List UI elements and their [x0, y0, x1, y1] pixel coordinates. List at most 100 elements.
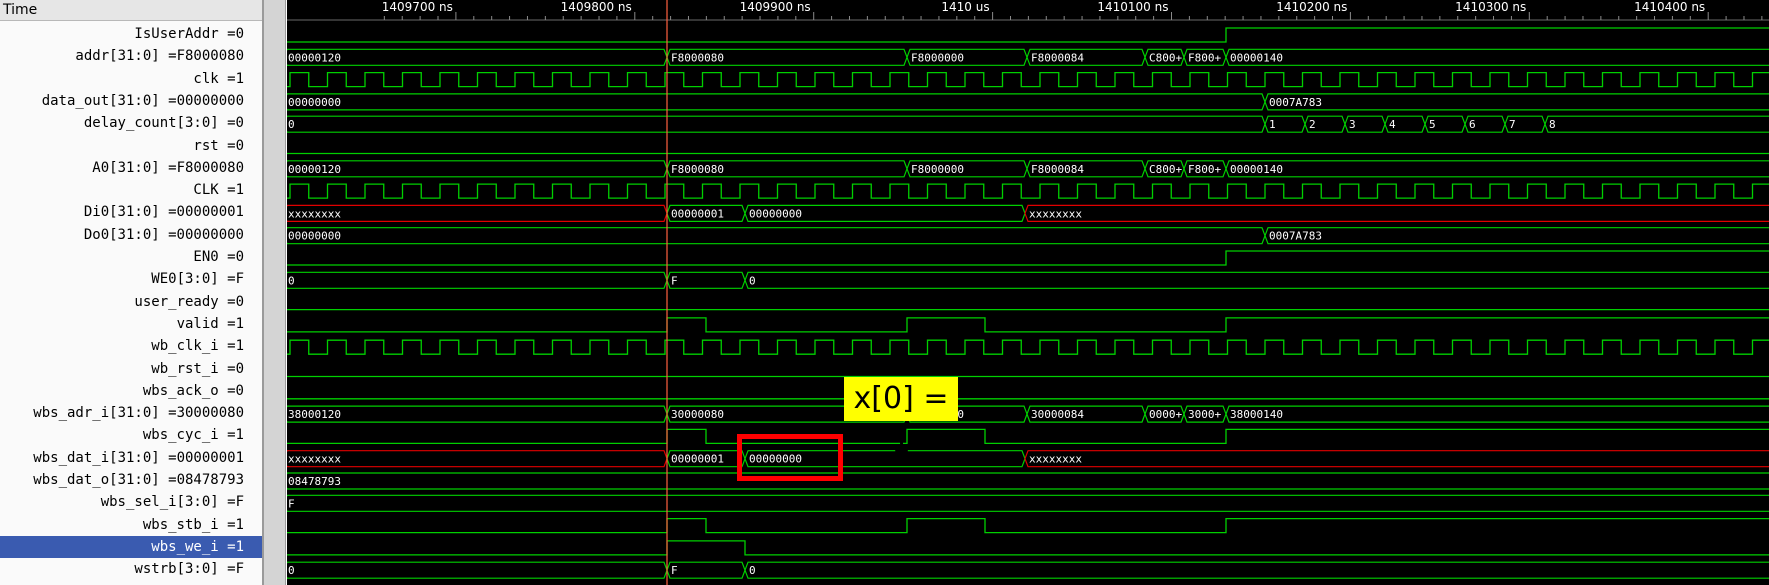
- signal-row[interactable]: A0[31:0] =F8000080: [0, 157, 262, 179]
- bus-value: 00000001: [671, 207, 724, 220]
- bus-value: C800+: [1149, 51, 1182, 64]
- signal-row[interactable]: Do0[31:0] =00000000: [0, 224, 262, 246]
- time-tick-label: 1410200 ns: [1276, 0, 1347, 14]
- signal-row[interactable]: Di0[31:0] =00000001: [0, 201, 262, 223]
- bit-waveform: [287, 428, 1769, 445]
- bus-value: F: [671, 564, 678, 577]
- time-tick-label: 1409800 ns: [561, 0, 632, 14]
- bus-segment: [287, 93, 1266, 111]
- bus-segment: [1225, 405, 1769, 423]
- time-tick-label: 1409900 ns: [740, 0, 811, 14]
- bus-value: F: [671, 274, 678, 287]
- time-tick-label: 1410400 ns: [1634, 0, 1705, 14]
- bus-value: 00000001: [671, 453, 724, 466]
- bus-value: 3: [1349, 118, 1356, 131]
- bus-segment: [1264, 227, 1769, 245]
- bit-waveform: [287, 339, 1769, 355]
- bus-value: 3000+: [1188, 408, 1221, 421]
- bus-segment: [1024, 450, 1769, 468]
- bit-waveform: [287, 517, 1769, 534]
- bus-value: 2: [1309, 118, 1316, 131]
- signal-row[interactable]: CLK =1: [0, 179, 262, 201]
- signal-row[interactable]: wbs_stb_i =1: [0, 514, 262, 536]
- bus-value: F8000084: [1031, 163, 1084, 176]
- bus-segment: [287, 227, 1266, 245]
- time-tick-label: 1410 us: [941, 0, 989, 14]
- bus-value: 0: [288, 274, 295, 287]
- waveform-panel[interactable]: 1409700 ns 1409800 ns 1409900 ns 1410 us 141…: [287, 0, 1769, 585]
- bus-value: F8000000: [911, 163, 964, 176]
- bus-value: 00000000: [288, 230, 341, 243]
- bus-value: F8000084: [1031, 51, 1084, 64]
- bit-waveform: [287, 71, 1769, 88]
- bus-value: 0007A783: [1269, 230, 1322, 243]
- bus-segment: [744, 271, 1769, 289]
- signal-row[interactable]: valid =1: [0, 313, 262, 335]
- bus-value: F800+: [1188, 51, 1221, 64]
- signal-row[interactable]: wbs_ack_o =0: [0, 380, 262, 402]
- bus-segment: [287, 204, 668, 222]
- bus-value: F8000080: [671, 163, 724, 176]
- bus-value: 0: [288, 118, 295, 131]
- bus-value: 0: [749, 564, 756, 577]
- signal-row[interactable]: wbs_dat_o[31:0] =08478793: [0, 469, 262, 491]
- bus-segment: [666, 271, 746, 289]
- bus-segment: [287, 405, 668, 423]
- signal-row[interactable]: EN0 =0: [0, 246, 262, 268]
- bus-value: 0: [749, 274, 756, 287]
- signal-row[interactable]: wbs_cyc_i =1: [0, 424, 262, 446]
- bus-segment: [1544, 115, 1769, 133]
- bus-value: 38000120: [288, 408, 341, 421]
- signal-row[interactable]: wbs_sel_i[3:0] =F: [0, 491, 262, 513]
- signal-row[interactable]: wb_rst_i =0: [0, 358, 262, 380]
- signal-row[interactable]: clk =1: [0, 68, 262, 90]
- panel-splitter[interactable]: [264, 0, 286, 585]
- bus-value: 08478793: [288, 475, 341, 488]
- bus-value: xxxxxxxx: [288, 453, 341, 466]
- signal-row[interactable]: rst =0: [0, 135, 262, 157]
- bus-segment: [287, 160, 668, 178]
- waveform-canvas[interactable]: 1409700 ns 1409800 ns 1409900 ns 1410 us 141…: [287, 0, 1769, 585]
- bus-value: 00000000: [749, 207, 802, 220]
- signal-row[interactable]: user_ready =0: [0, 291, 262, 313]
- bus-segment: [287, 271, 668, 289]
- bus-segment: [1264, 93, 1769, 111]
- bus-segment: [287, 450, 668, 468]
- bus-segment: [1225, 160, 1769, 178]
- bus-value: 6: [1469, 118, 1476, 131]
- signal-row[interactable]: WE0[3:0] =F: [0, 268, 262, 290]
- bus-segment: [287, 48, 668, 66]
- signal-row[interactable]: IsUserAddr =0: [0, 23, 262, 45]
- bus-segment: [287, 494, 1769, 512]
- bit-waveform: [287, 540, 1769, 556]
- bus-segment: [1024, 204, 1769, 222]
- bus-value: 38000140: [1230, 408, 1283, 421]
- time-tick-label: 1410100 ns: [1097, 0, 1168, 14]
- bus-value: 8: [1549, 118, 1556, 131]
- bus-segment: [744, 561, 1769, 579]
- bus-value: C800+: [1149, 163, 1182, 176]
- time-tick-label: 1409700 ns: [382, 0, 453, 14]
- highlight-box: [737, 434, 843, 481]
- signal-row[interactable]: wstrb[3:0] =F: [0, 558, 262, 580]
- bus-value: 0: [288, 564, 295, 577]
- annotation-note: x[0] = 1: [844, 377, 958, 460]
- signal-row[interactable]: addr[31:0] =F8000080: [0, 45, 262, 67]
- bus-value: 4: [1389, 118, 1396, 131]
- signal-row[interactable]: data_out[31:0] =00000000: [0, 90, 262, 112]
- bus-segment: [666, 561, 746, 579]
- bus-value: 00000120: [288, 163, 341, 176]
- bus-value: xxxxxxxx: [288, 207, 341, 220]
- signal-row[interactable]: delay_count[3:0] =0: [0, 112, 262, 134]
- signal-row[interactable]: wb_clk_i =1: [0, 335, 262, 357]
- bus-value: F8000080: [671, 51, 724, 64]
- signal-name-panel: Time IsUserAddr =0 addr[31:0] =F8000080 cl…: [0, 0, 264, 585]
- bus-value: 30000084: [1031, 408, 1084, 421]
- bus-value: F: [288, 497, 295, 510]
- bus-value: 00000000: [288, 96, 341, 109]
- bus-segment: [287, 472, 1769, 490]
- signal-row[interactable]: wbs_dat_i[31:0] =00000001: [0, 447, 262, 469]
- signal-row[interactable]: wbs_we_i =1: [0, 535, 262, 558]
- bus-value: 0007A783: [1269, 96, 1322, 109]
- signal-row[interactable]: wbs_adr_i[31:0] =30000080: [0, 402, 262, 424]
